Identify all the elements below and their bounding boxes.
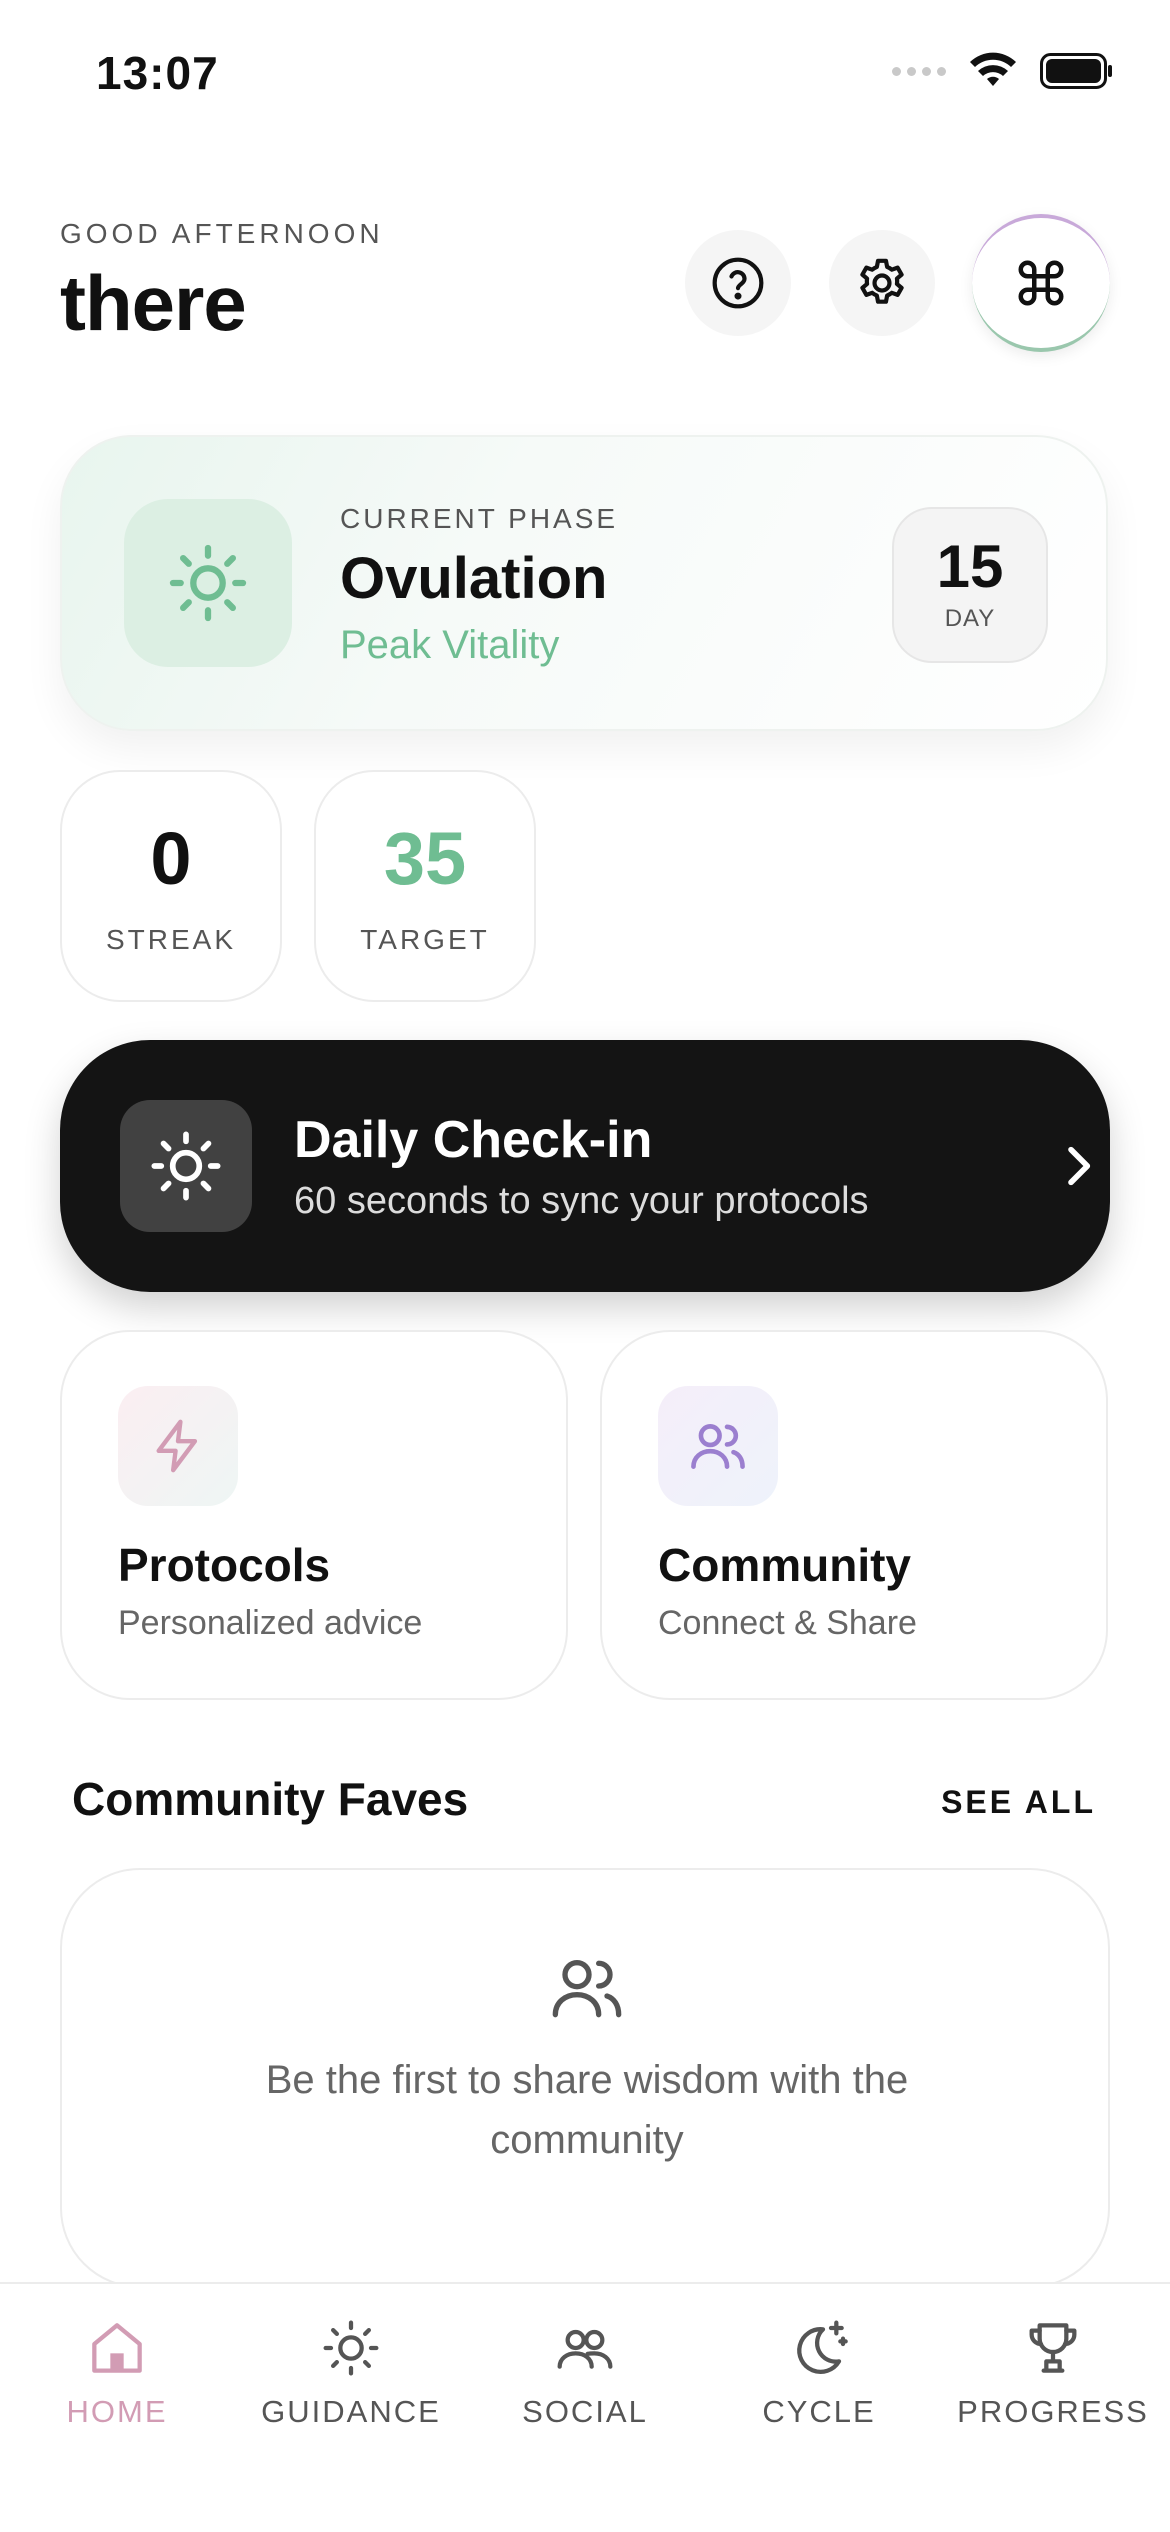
user-name: there (60, 259, 247, 347)
see-all-link[interactable]: SEE ALL (941, 1784, 1096, 1821)
community-faves-title: Community Faves (72, 1773, 469, 1825)
tab-social[interactable]: SOCIAL (468, 2316, 702, 2430)
tab-cycle-label: CYCLE (762, 2394, 876, 2429)
community-card[interactable]: Community Connect & Share (600, 1330, 1108, 1700)
tab-guidance[interactable]: GUIDANCE (234, 2316, 468, 2430)
trophy-icon (1029, 2323, 1077, 2373)
status-icons (892, 52, 1114, 90)
users-icon (552, 1960, 622, 2018)
protocols-title: Protocols (118, 1539, 331, 1591)
bottom-tab-bar: HOME GUIDANCE SOCIAL CYCLE PROGRESS (0, 2282, 1170, 2532)
cycle-day-label: DAY (944, 605, 996, 632)
command-button[interactable] (972, 214, 1110, 352)
target-value: 35 (383, 817, 467, 900)
home-icon (92, 2323, 142, 2373)
cellular-signal-icon (892, 66, 946, 76)
greeting-label: GOOD AFTERNOON (60, 218, 384, 249)
command-icon (1018, 260, 1064, 306)
protocols-icon-container (118, 1386, 238, 1506)
phase-icon-container (124, 499, 292, 667)
community-icon-container (658, 1386, 778, 1506)
chevron-right-icon (1068, 1146, 1091, 1186)
cycle-day-badge: 15 DAY (892, 507, 1048, 663)
phase-label: CURRENT PHASE (340, 503, 619, 534)
community-subtitle: Connect & Share (658, 1604, 917, 1642)
daily-checkin-button[interactable]: Daily Check-in 60 seconds to sync your p… (60, 1040, 1110, 1292)
lightning-icon (156, 1419, 198, 1473)
tab-guidance-label: GUIDANCE (261, 2394, 441, 2429)
target-label: TARGET (360, 924, 490, 955)
phase-subtitle: Peak Vitality (340, 623, 560, 667)
moon-icon (797, 2320, 848, 2374)
streak-label: STREAK (105, 924, 237, 955)
protocols-subtitle: Personalized advice (118, 1604, 423, 1642)
target-stat-card: 35 TARGET (314, 770, 536, 1002)
users-icon (557, 2329, 613, 2369)
tab-social-label: SOCIAL (522, 2394, 648, 2429)
tab-home-label: HOME (66, 2394, 168, 2429)
sun-icon (323, 2320, 379, 2376)
help-icon (712, 257, 764, 309)
battery-icon (1040, 53, 1112, 89)
checkin-icon-container (120, 1100, 252, 1232)
help-button[interactable] (685, 230, 791, 336)
wifi-icon (970, 52, 1016, 86)
tab-progress-label: PROGRESS (957, 2394, 1149, 2429)
community-title: Community (658, 1539, 911, 1591)
tab-cycle[interactable]: CYCLE (702, 2316, 936, 2430)
tab-progress[interactable]: PROGRESS (936, 2316, 1170, 2430)
sun-icon (151, 1131, 221, 1201)
community-faves-empty-text: Be the first to share wisdom with the co… (265, 2058, 909, 2162)
users-icon (691, 1424, 745, 1469)
community-faves-card: Be the first to share wisdom with the co… (60, 1868, 1110, 2288)
checkin-subtitle: 60 seconds to sync your protocols (294, 1180, 869, 1222)
cycle-day-number: 15 (936, 533, 1004, 600)
checkin-title: Daily Check-in (294, 1111, 653, 1169)
streak-stat-card: 0 STREAK (60, 770, 282, 1002)
status-bar: 13:07 (0, 0, 1170, 150)
status-time: 13:07 (96, 47, 219, 99)
gear-icon (860, 258, 904, 304)
protocols-card[interactable]: Protocols Personalized advice (60, 1330, 568, 1700)
streak-value: 0 (150, 817, 192, 900)
settings-button[interactable] (829, 230, 935, 336)
tab-home[interactable]: HOME (0, 2316, 234, 2430)
phase-name: Ovulation (340, 546, 608, 611)
current-phase-card[interactable]: CURRENT PHASE Ovulation Peak Vitality 15… (60, 435, 1108, 731)
sun-icon (169, 544, 247, 622)
